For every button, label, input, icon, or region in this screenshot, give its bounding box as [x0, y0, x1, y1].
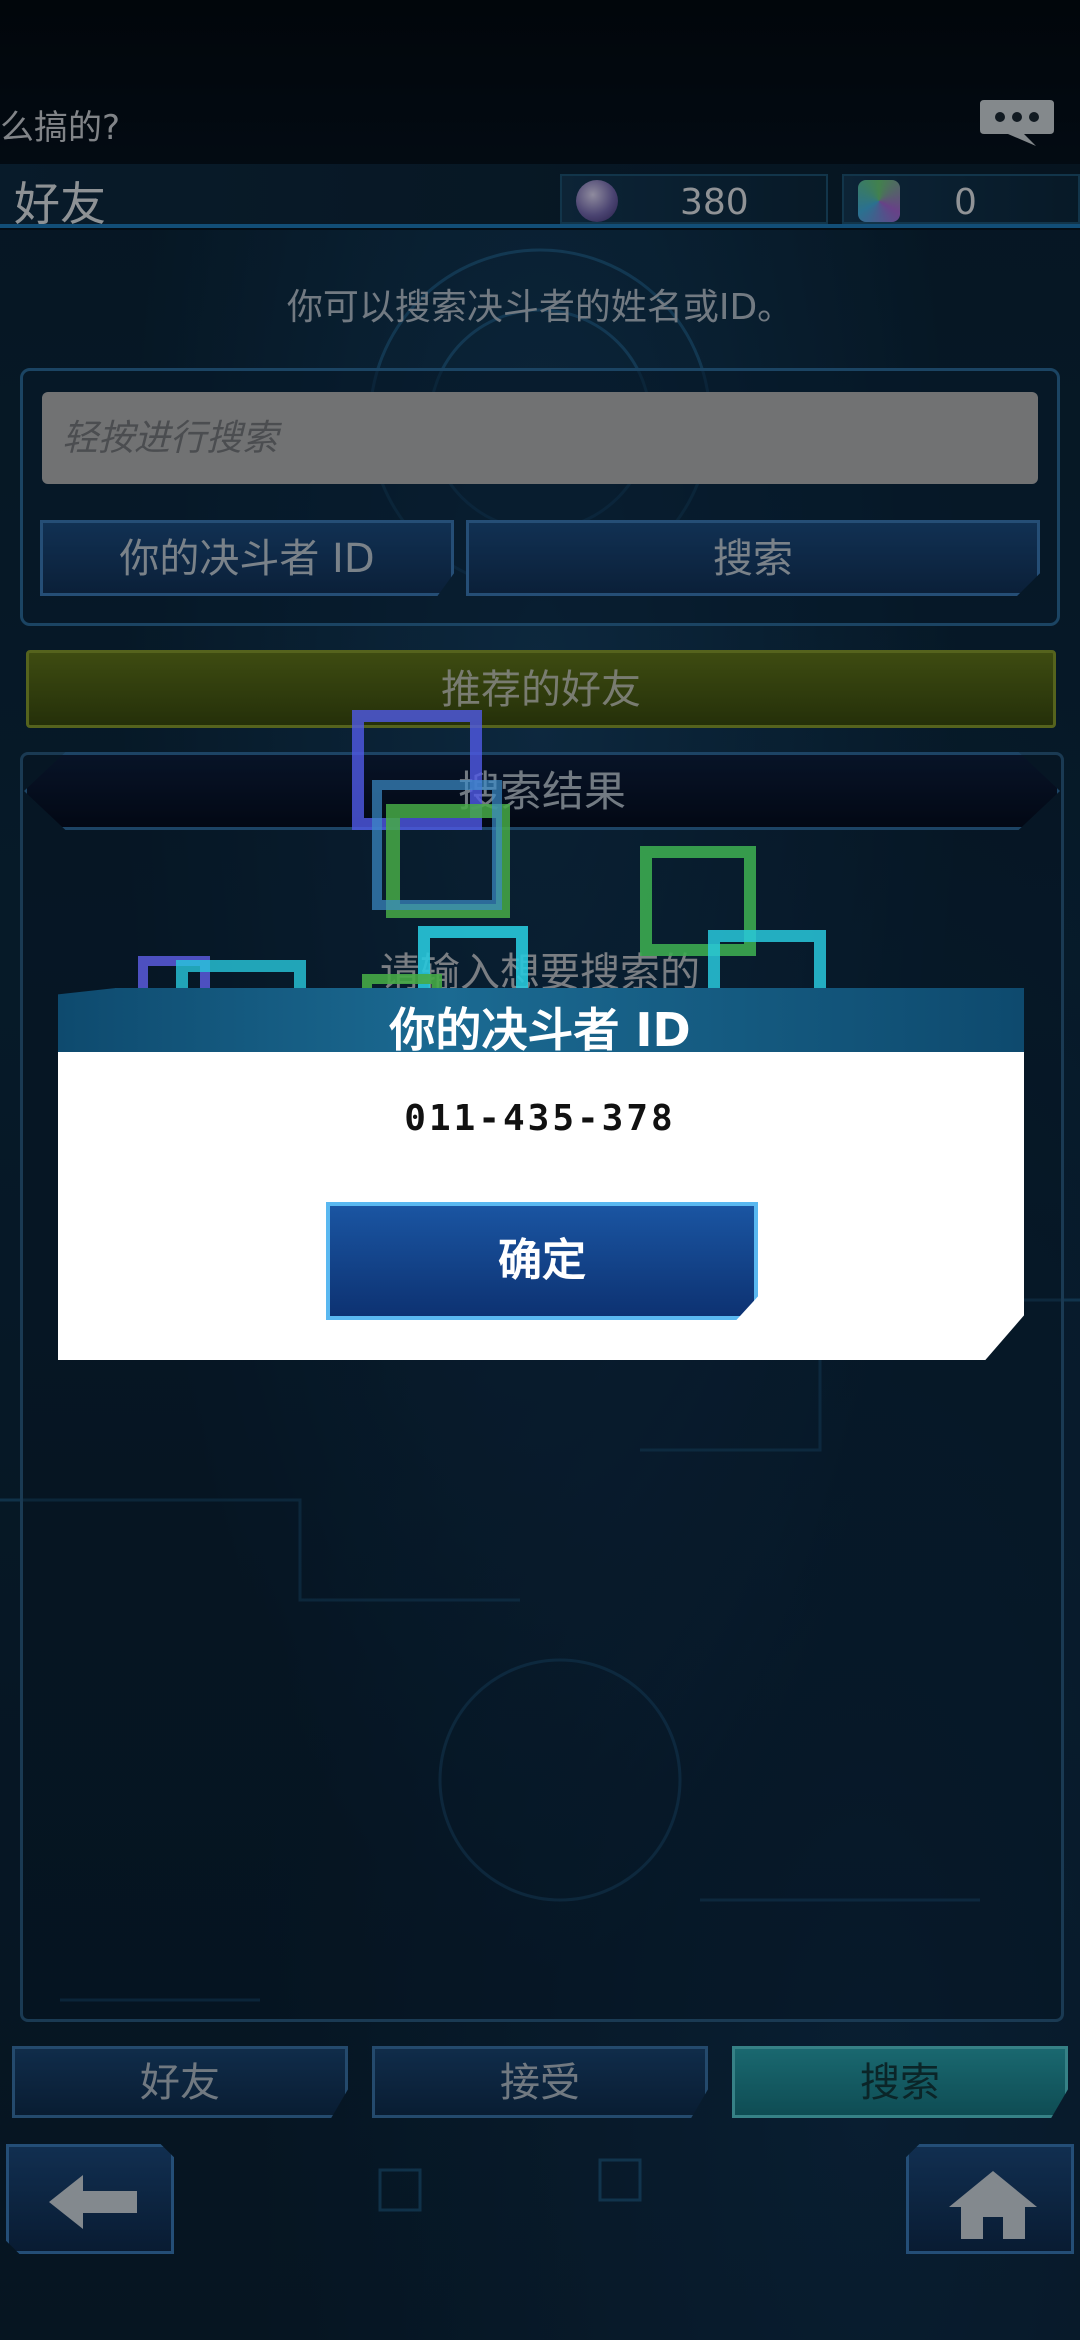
glitch-square: [372, 780, 502, 910]
duelist-id-value: 011-435-378: [404, 1098, 676, 1139]
dialog-title: 你的决斗者 ID: [389, 1003, 691, 1057]
ok-button[interactable]: 确定: [326, 1202, 758, 1320]
